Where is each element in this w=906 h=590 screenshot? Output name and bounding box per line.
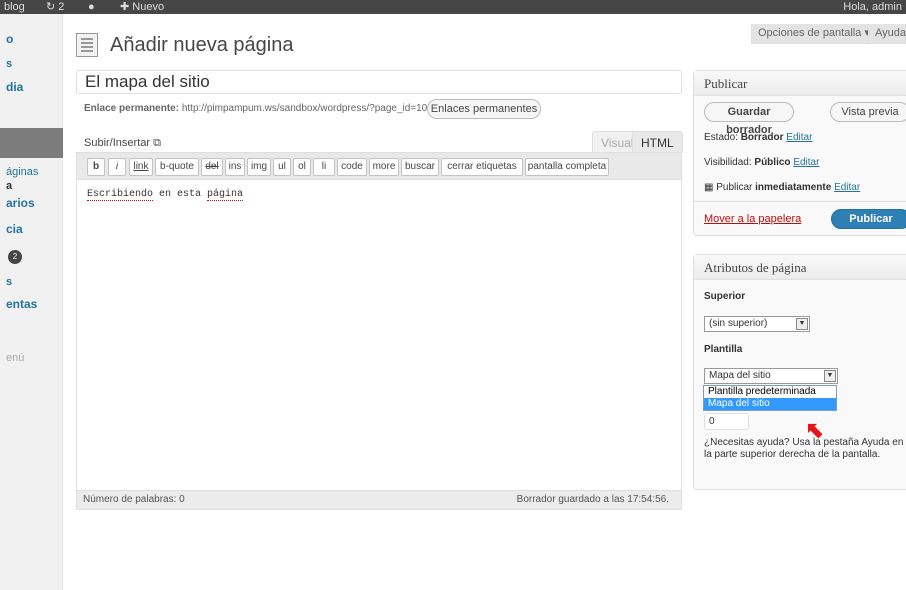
page-attributes-box: Atributos de página Superior (sin superi…	[693, 254, 906, 490]
post-title-input[interactable]: El mapa del sitio	[76, 70, 682, 94]
page-attributes-title[interactable]: Atributos de página	[694, 255, 906, 280]
permalinks-button[interactable]: Enlaces permanentes	[427, 99, 541, 119]
add-media-icon[interactable]: ⧉	[153, 137, 161, 149]
admin-bar: blog ↻ 2 ● ✚ Nuevo Hola, admin	[0, 0, 906, 14]
status-label: Estado:	[704, 132, 738, 143]
edit-status-link[interactable]: Editar	[786, 132, 812, 143]
move-to-trash-link[interactable]: Mover a la papelera	[704, 213, 801, 225]
save-draft-button[interactable]: Guardar borrador	[704, 102, 794, 136]
qt-ins-button[interactable]: ins	[225, 158, 245, 176]
quicktags-toolbar: b i link b-quote del ins img ul ol li co…	[77, 153, 681, 180]
calendar-icon: ▦	[704, 182, 714, 193]
visibility-row: Visibilidad: Público Editar	[704, 157, 819, 168]
template-select[interactable]: Mapa del sitio ▼	[704, 368, 838, 384]
template-select-value: Mapa del sitio	[709, 370, 771, 381]
screen-options-button[interactable]: Opciones de pantalla ▾	[751, 24, 877, 44]
sidebar-item-appearance[interactable]: cia	[6, 222, 23, 236]
admin-sidebar: o s dia áginas a arios cia 2 s entas enú	[0, 14, 63, 590]
template-dropdown-list: Plantilla predeterminada Mapa del sitio	[703, 385, 837, 411]
help-button[interactable]: Ayuda	[868, 24, 906, 44]
qt-fullscreen-button[interactable]: pantalla completa	[525, 158, 609, 176]
qt-bold-button[interactable]: b	[87, 158, 105, 176]
template-option-default[interactable]: Plantilla predeterminada	[704, 386, 836, 398]
sidebar-subitem-add-new[interactable]: a	[6, 180, 12, 192]
schedule-row: ▦ Publicar inmediatamente Editar	[704, 182, 860, 193]
word-count: Número de palabras: 0	[83, 494, 185, 505]
page-icon	[76, 33, 98, 57]
new-label: Nuevo	[132, 1, 165, 13]
qt-italic-button[interactable]: i	[108, 158, 126, 176]
editor: b i link b-quote del ins img ul ol li co…	[76, 152, 682, 510]
sidebar-item-comments[interactable]: arios	[6, 196, 35, 210]
edit-visibility-link[interactable]: Editar	[793, 157, 819, 168]
parent-select[interactable]: (sin superior) ▼	[704, 316, 810, 332]
edit-schedule-link[interactable]: Editar	[834, 182, 860, 193]
editor-status-bar: Número de palabras: 0 Borrador guardado …	[77, 490, 681, 509]
publish-time-label: Publicar	[716, 182, 753, 193]
comments-icon[interactable]: ●	[88, 0, 95, 14]
qt-link-button[interactable]: link	[129, 158, 153, 176]
qt-blockquote-button[interactable]: b-quote	[155, 158, 199, 176]
status-row: Estado: Borrador Editar	[704, 132, 812, 143]
sidebar-item-users[interactable]: s	[6, 276, 12, 288]
content-word-1: Escribiendo	[87, 189, 154, 201]
preview-button[interactable]: Vista previa	[830, 102, 906, 122]
content-textarea[interactable]: Escribiendo en esta página	[77, 181, 681, 489]
plugins-update-badge: 2	[8, 250, 22, 264]
menu-order-input[interactable]: 0	[704, 413, 749, 430]
publish-box: Publicar Guardar borrador Vista previa E…	[693, 70, 906, 236]
qt-ol-button[interactable]: ol	[293, 158, 311, 176]
publish-button[interactable]: Publicar	[831, 209, 906, 229]
sidebar-item-media[interactable]: dia	[6, 80, 23, 94]
qt-close-tags-button[interactable]: cerrar etiquetas	[441, 158, 523, 176]
adminbar-site-link[interactable]: blog	[4, 0, 25, 14]
updates-count: 2	[58, 1, 65, 13]
publish-box-title[interactable]: Publicar	[694, 71, 906, 96]
upload-insert: Subir/Insertar ⧉	[84, 137, 161, 150]
template-label: Plantilla	[704, 344, 743, 355]
template-option-sitemap[interactable]: Mapa del sitio	[704, 398, 836, 410]
parent-label: Superior	[704, 291, 746, 302]
visibility-label: Visibilidad:	[704, 157, 752, 168]
qt-ul-button[interactable]: ul	[273, 158, 291, 176]
upload-insert-label: Subir/Insertar	[84, 137, 151, 149]
qt-li-button[interactable]: li	[313, 158, 335, 176]
qt-del-button[interactable]: del	[201, 158, 223, 176]
status-value: Borrador	[740, 132, 784, 143]
qt-more-button[interactable]: more	[369, 158, 399, 176]
permalink-label: Enlace permanente:	[84, 103, 180, 114]
sidebar-item-tools[interactable]: entas	[6, 297, 37, 311]
publish-time-value: inmediatamente	[755, 182, 832, 193]
collapse-menu[interactable]: enú	[6, 352, 24, 364]
qt-code-button[interactable]: code	[337, 158, 367, 176]
sidebar-subitem-all-pages[interactable]: áginas	[6, 166, 38, 178]
content-mid: en esta	[153, 189, 208, 200]
visibility-value: Público	[754, 157, 791, 168]
chevron-down-icon[interactable]: ▼	[796, 318, 808, 330]
parent-select-value: (sin superior)	[709, 318, 768, 329]
updates-icon[interactable]: ↻ 2	[46, 0, 64, 14]
page-title: Añadir nueva página	[110, 34, 294, 56]
permalink-url: http://pimpampum.ws/sandbox/wordpress/?p…	[181, 103, 428, 114]
sidebar-item-dashboard[interactable]: o	[6, 32, 13, 46]
new-content-button[interactable]: ✚ Nuevo	[120, 0, 164, 14]
permalink-row: Enlace permanente: http://pimpampum.ws/s…	[84, 103, 427, 114]
draft-saved-status: Borrador guardado a las 17:54:56.	[516, 494, 669, 505]
publish-divider	[694, 201, 906, 202]
content-word-2: página	[207, 189, 244, 201]
tab-html[interactable]: HTML	[632, 131, 683, 153]
qt-search-button[interactable]: buscar	[401, 158, 439, 176]
chevron-down-icon[interactable]: ▼	[824, 370, 836, 382]
attributes-help-text: ¿Necesitas ayuda? Usa la pestaña Ayuda e…	[704, 437, 904, 460]
qt-img-button[interactable]: img	[247, 158, 271, 176]
sidebar-item-pages[interactable]	[0, 128, 63, 158]
sidebar-item-posts[interactable]: s	[6, 58, 12, 70]
account-greeting[interactable]: Hola, admin	[843, 0, 902, 14]
